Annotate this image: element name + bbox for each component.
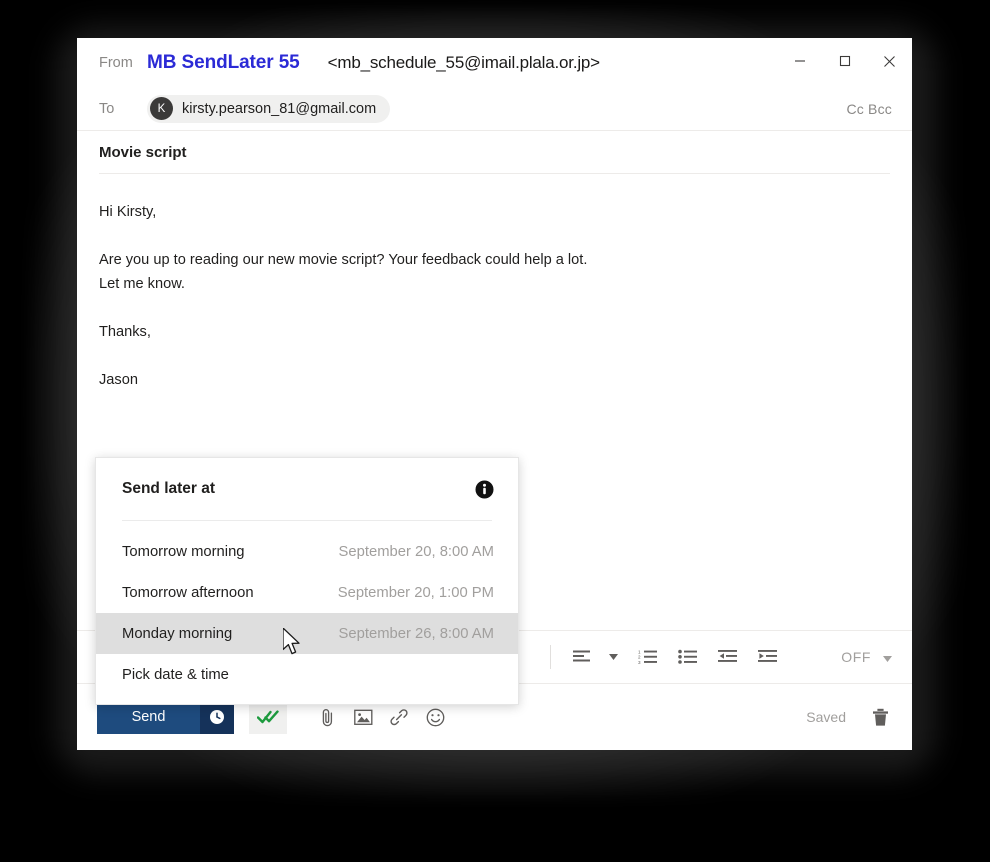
increase-indent-icon[interactable] (751, 640, 785, 674)
avatar: K (150, 97, 173, 120)
from-row: From MB SendLater 55 <mb_schedule_55@ima… (77, 38, 912, 87)
toggle-caret-down-icon (883, 649, 892, 665)
minimize-icon[interactable] (777, 38, 822, 84)
align-left-icon[interactable] (565, 640, 599, 674)
close-icon[interactable] (867, 38, 912, 84)
send-later-popover: Send later at Tomorrow morning September… (95, 457, 519, 705)
insert-link-icon[interactable] (381, 700, 417, 734)
from-address: <mb_schedule_55@imail.plala.or.jp> (327, 52, 600, 72)
message-body[interactable]: Hi Kirsty, Are you up to reading our new… (77, 174, 912, 392)
status-badge: Saved (806, 709, 846, 725)
info-icon[interactable] (474, 479, 494, 499)
body-paragraph-line2: Let me know. (99, 276, 185, 292)
option-label: Tomorrow morning (122, 543, 245, 560)
popover-title: Send later at (122, 480, 216, 497)
popover-header: Send later at (96, 458, 518, 520)
insert-emoji-icon[interactable] (417, 700, 453, 734)
schedule-send-clock-icon[interactable] (200, 700, 234, 734)
body-greeting: Hi Kirsty, (99, 204, 157, 220)
screen: From MB SendLater 55 <mb_schedule_55@ima… (0, 0, 990, 862)
send-later-option-tomorrow-afternoon[interactable]: Tomorrow afternoon September 20, 1:00 PM (96, 572, 518, 613)
subject-field[interactable]: Movie script (77, 131, 912, 173)
option-label: Tomorrow afternoon (122, 584, 254, 601)
attach-file-paperclip-icon[interactable] (309, 700, 345, 734)
body-closing: Thanks, (99, 324, 151, 340)
option-datetime: September 26, 8:00 AM (338, 625, 494, 642)
body-signature: Jason (99, 372, 138, 388)
insert-tools-group (309, 700, 453, 734)
window-controls (777, 38, 912, 87)
from-label: From (99, 54, 133, 71)
discard-draft-trash-icon[interactable] (868, 702, 892, 732)
bulleted-list-icon[interactable] (671, 640, 705, 674)
popover-divider (122, 520, 492, 521)
svg-text:3: 3 (638, 660, 641, 665)
toggle-off-label: OFF (841, 649, 871, 665)
toggle-off-control[interactable]: OFF (841, 649, 892, 665)
send-later-option-pick-date-time[interactable]: Pick date & time (96, 654, 518, 695)
from-display-name[interactable]: MB SendLater 55 (147, 52, 300, 74)
read-receipt-double-check-icon[interactable] (249, 700, 287, 734)
align-caret-down-icon[interactable] (605, 640, 621, 674)
insert-picture-icon[interactable] (345, 700, 381, 734)
send-later-option-monday-morning[interactable]: Monday morning September 26, 8:00 AM (96, 613, 518, 654)
to-row: To K kirsty.pearson_81@gmail.com Cc Bcc (77, 87, 912, 131)
send-later-option-tomorrow-morning[interactable]: Tomorrow morning September 20, 8:00 AM (96, 531, 518, 572)
maximize-icon[interactable] (822, 38, 867, 84)
body-paragraph: Are you up to reading our new movie scri… (99, 252, 588, 268)
toolbar-separator (550, 645, 551, 669)
cc-bcc-button[interactable]: Cc Bcc (846, 101, 892, 117)
draft-status-group: Saved (806, 702, 892, 732)
to-label: To (99, 100, 115, 117)
decrease-indent-icon[interactable] (711, 640, 745, 674)
numbered-list-icon[interactable]: 1 2 3 (631, 640, 665, 674)
recipient-chip[interactable]: K kirsty.pearson_81@gmail.com (147, 94, 391, 123)
option-datetime: September 20, 1:00 PM (337, 584, 494, 601)
option-datetime: September 20, 8:00 AM (338, 543, 494, 560)
send-button[interactable]: Send (97, 700, 200, 734)
send-button-group: Send (97, 700, 234, 734)
option-label: Pick date & time (122, 666, 229, 683)
recipient-email: kirsty.pearson_81@gmail.com (182, 100, 377, 117)
option-label: Monday morning (122, 625, 233, 642)
